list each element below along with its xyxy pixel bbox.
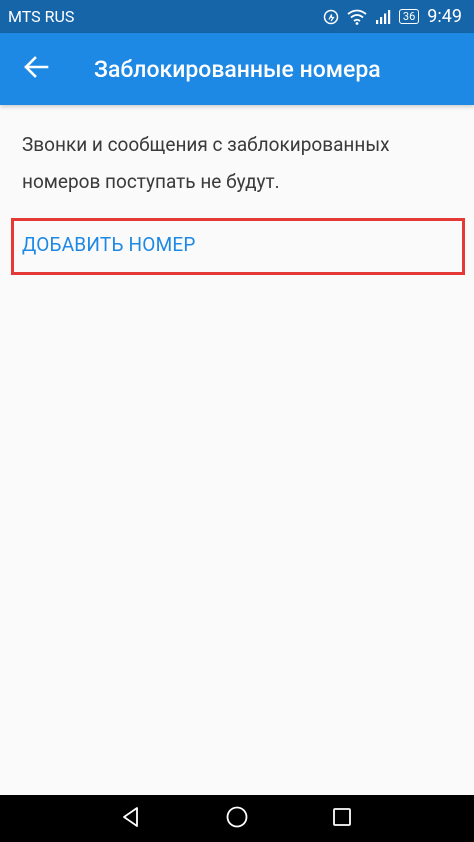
- back-triangle-icon: [120, 806, 142, 832]
- data-saver-icon: [323, 9, 339, 25]
- status-icons: 36 9:49: [323, 6, 462, 27]
- nav-back-button[interactable]: [101, 795, 161, 842]
- clock: 9:49: [427, 6, 462, 27]
- page-title: Заблокированные номера: [94, 55, 381, 83]
- app-bar: Заблокированные номера: [0, 33, 474, 105]
- home-circle-icon: [225, 805, 249, 833]
- nav-home-button[interactable]: [207, 795, 267, 842]
- signal-icon: [375, 9, 391, 25]
- recents-square-icon: [331, 806, 353, 832]
- arrow-back-icon: [23, 54, 49, 84]
- battery-icon: 36: [398, 9, 420, 24]
- battery-level: 36: [402, 9, 416, 23]
- wifi-icon: [347, 9, 367, 25]
- content-area: Звонки и сообщения с заблокированных ном…: [0, 105, 474, 795]
- navigation-bar: [0, 795, 474, 842]
- back-button[interactable]: [0, 33, 72, 105]
- carrier-label: MTS RUS: [8, 7, 75, 26]
- add-number-button[interactable]: ДОБАВИТЬ НОМЕР: [22, 233, 196, 256]
- nav-recents-button[interactable]: [312, 795, 372, 842]
- status-bar: MTS RUS 36 9:49: [0, 0, 474, 33]
- blocked-description: Звонки и сообщения с заблокированных ном…: [22, 133, 390, 193]
